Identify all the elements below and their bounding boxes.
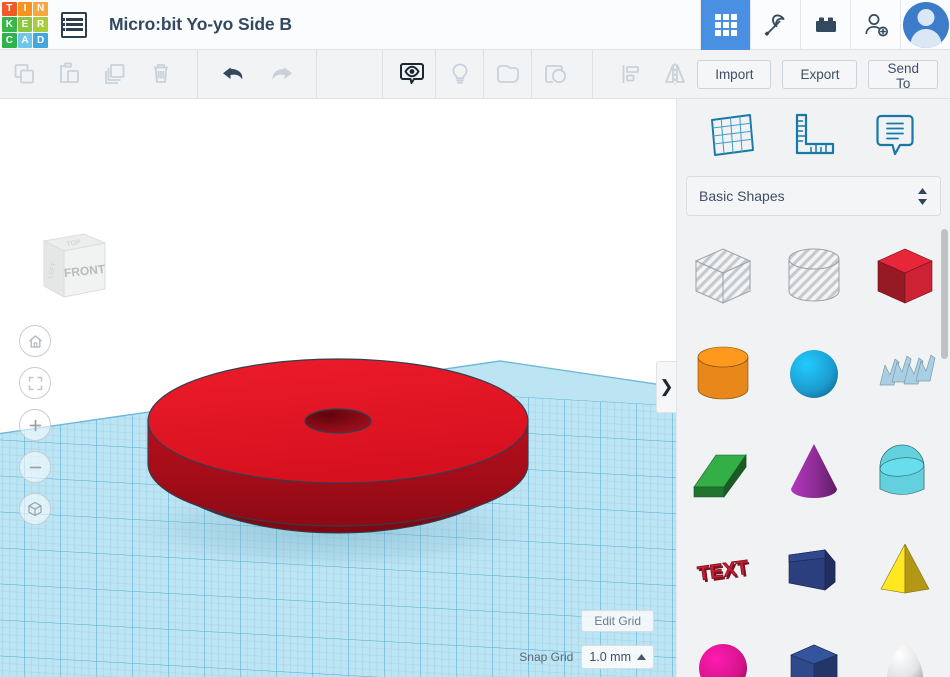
paste-icon[interactable] [48,50,93,98]
shape-halfcylinder-teal[interactable] [860,423,950,521]
chevron-updown-icon [917,187,928,206]
show-hide-icon[interactable] [389,50,434,98]
panel-scrollbar-thumb[interactable] [941,229,948,359]
shape-sphere-magenta[interactable] [677,619,768,677]
group-icon[interactable] [485,50,530,98]
shape-scribble-lightblue[interactable] [860,325,950,423]
snap-grid-value: 1.0 mm [589,650,631,664]
logo-tile-e: E [18,17,33,32]
shape-pyramid-yellow[interactable] [860,521,950,619]
export-button[interactable]: Export [782,60,857,89]
add-user-icon[interactable] [850,0,900,50]
yoyo-disc-model [148,359,528,533]
collapse-panel-tab[interactable]: ❯ [656,361,676,413]
tinkercad-app: TIN KER CAD Micro:bit Yo-yo Side B [0,0,950,677]
logo-tile-t: T [2,2,17,17]
3d-viewport[interactable]: FRONT TOP LEFT [0,99,676,677]
delete-icon[interactable] [138,50,183,98]
viewport-nav-buttons [19,325,51,535]
shape-row [677,227,950,325]
logo-tile-i: I [18,2,33,17]
panel-tool-icons [677,99,950,171]
shape-box-red[interactable] [860,227,950,325]
panel-scrollbar[interactable] [941,229,948,577]
notes-icon[interactable] [869,110,921,160]
view-cube[interactable]: FRONT TOP LEFT [22,217,114,309]
grid-apps-icon[interactable] [700,0,750,50]
shapes-panel: Basic Shapes TEXTTEXT [676,99,950,677]
undo-icon[interactable] [212,50,257,98]
list-menu-icon[interactable] [61,12,87,38]
tinkercad-logo[interactable]: TIN KER CAD [2,2,48,48]
shape-sphere-blue[interactable] [768,325,859,423]
snap-grid-row: Snap Grid 1.0 mm [519,645,654,669]
snap-grid-select[interactable]: 1.0 mm [581,645,654,669]
file-actions: Import Export Send To [697,50,950,98]
workplane-icon[interactable] [706,110,758,160]
logo-tile-c: C [2,33,17,48]
shape-row [677,325,950,423]
shape-cylinder-hole[interactable] [768,227,859,325]
shape-cylinder-orange[interactable] [677,325,768,423]
shape-box-navy[interactable] [768,521,859,619]
shape-polygon-blue[interactable] [768,619,859,677]
page-title: Micro:bit Yo-yo Side B [109,14,292,35]
shape-roof-green[interactable] [677,423,768,521]
pickaxe-icon[interactable] [750,0,800,50]
mirror-icon[interactable] [652,50,697,98]
shape-category-select[interactable]: Basic Shapes [686,176,941,216]
ruler-icon[interactable] [787,110,839,160]
send-to-button[interactable]: Send To [868,60,938,89]
import-button[interactable]: Import [697,60,771,89]
workplane-scene [0,99,676,677]
ungroup-icon[interactable] [533,50,578,98]
shape-row [677,423,950,521]
shape-paraboloid-white[interactable] [860,619,950,677]
shape-text-red[interactable]: TEXTTEXT [677,521,768,619]
logo-tile-n: N [33,2,48,17]
shape-row: TEXTTEXT [677,521,950,619]
home-view-icon[interactable] [19,325,51,357]
logo-tile-k: K [2,17,17,32]
duplicate-icon[interactable] [93,50,138,98]
shape-category-value: Basic Shapes [699,188,917,204]
fit-to-view-icon[interactable] [19,367,51,399]
edit-toolbar: Import Export Send To [0,50,950,99]
lego-brick-icon[interactable] [800,0,850,50]
shape-row [677,619,950,677]
zoom-out-icon[interactable] [19,451,51,483]
logo-tile-a: A [18,33,33,48]
redo-icon[interactable] [257,50,302,98]
edit-grid-button[interactable]: Edit Grid [581,610,654,632]
snap-grid-label: Snap Grid [519,650,573,664]
zoom-in-icon[interactable] [19,409,51,441]
top-bar: TIN KER CAD Micro:bit Yo-yo Side B [0,0,950,50]
shape-cone-purple[interactable] [768,423,859,521]
chevron-up-icon [637,654,646,660]
top-right-buttons [700,0,950,50]
shape-library-grid[interactable]: TEXTTEXT [677,221,950,677]
copy-icon[interactable] [3,50,48,98]
logo-tile-r: R [33,17,48,32]
avatar[interactable] [900,0,950,50]
logo-tile-d: D [33,33,48,48]
align-icon[interactable] [607,50,652,98]
shape-box-hole[interactable] [677,227,768,325]
lightbulb-icon[interactable] [437,50,482,98]
orthographic-toggle-icon[interactable] [19,493,51,525]
